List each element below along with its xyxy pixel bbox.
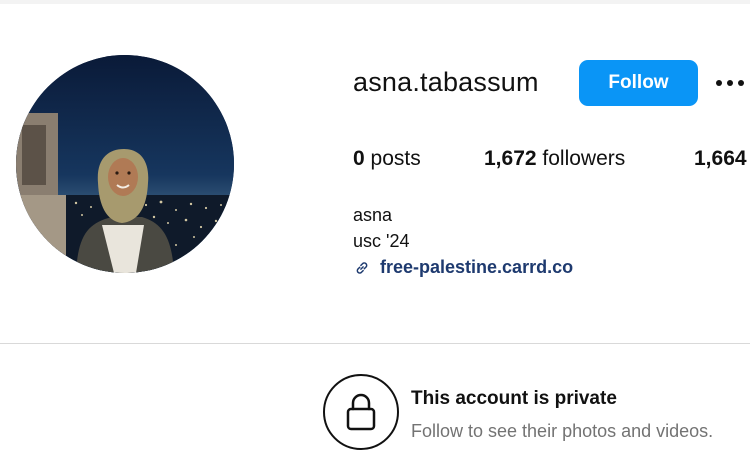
- more-dot: [738, 80, 744, 86]
- follow-button[interactable]: Follow: [579, 60, 698, 106]
- bio-link-text[interactable]: free-palestine.carrd.co: [380, 257, 573, 278]
- more-dot: [716, 80, 722, 86]
- profile-page: asna.tabassum Follow 0 posts 1,672 follo…: [0, 0, 750, 451]
- lock-glyph: [346, 393, 376, 431]
- posts-label: posts: [370, 147, 421, 170]
- more-dot: [727, 80, 733, 86]
- posts-count: 0: [353, 147, 365, 170]
- following-stat[interactable]: 1,664: [694, 147, 747, 171]
- followers-label: followers: [542, 147, 626, 170]
- private-account-title: This account is private: [411, 388, 617, 409]
- bio-link[interactable]: free-palestine.carrd.co: [353, 257, 573, 278]
- profile-full-name: asna: [353, 205, 393, 225]
- top-border: [0, 0, 750, 4]
- profile-username: asna.tabassum: [353, 67, 539, 97]
- link-icon: [356, 261, 368, 274]
- following-count: 1,664: [694, 147, 747, 170]
- section-divider: [0, 343, 750, 344]
- private-account-subtitle: Follow to see their photos and videos.: [411, 421, 714, 441]
- followers-stat[interactable]: 1,672 followers: [484, 147, 625, 171]
- more-options-icon[interactable]: [716, 70, 750, 96]
- profile-stats: 0 posts 1,672 followers 1,664: [0, 147, 750, 175]
- profile-bio: usc '24: [353, 231, 410, 251]
- followers-count: 1,672: [484, 147, 537, 170]
- lock-icon: [323, 374, 399, 450]
- posts-stat: 0 posts: [353, 147, 421, 171]
